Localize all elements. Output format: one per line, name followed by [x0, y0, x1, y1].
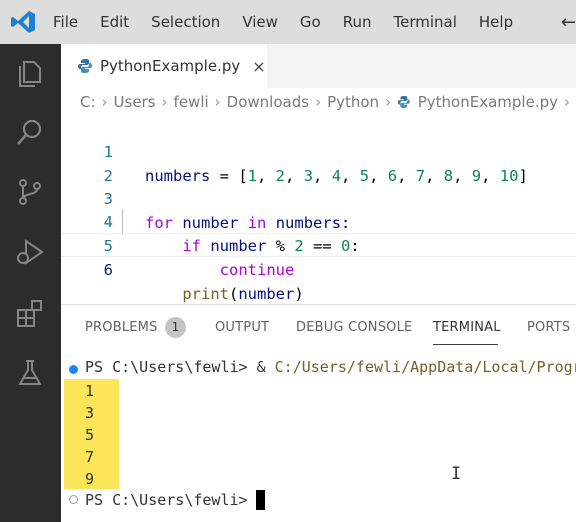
chevron-right-icon: › [385, 93, 392, 111]
chevron-right-icon: › [214, 93, 221, 111]
terminal-prompt: PS C:\Users\fewli> [85, 491, 248, 509]
tab-debug-console[interactable]: DEBUG CONSOLE [296, 320, 412, 335]
command-success-icon [69, 365, 78, 374]
terminal-output-line: 9 [85, 470, 95, 488]
close-icon[interactable]: × [252, 57, 265, 76]
run-debug-icon[interactable] [15, 237, 45, 267]
breadcrumb-python[interactable]: Python [327, 93, 379, 111]
title-bar: File Edit Selection View Go Run Terminal… [0, 0, 576, 44]
explorer-icon[interactable] [15, 58, 45, 88]
breadcrumb: C: › Users › fewli › Downloads › Python … [61, 88, 576, 116]
activity-bar [0, 44, 61, 522]
chevron-right-icon: › [315, 93, 322, 111]
code-line-current: 6 print(number) [61, 233, 576, 303]
code-line: 1 numbers = [1, 2, 3, 4, 5, 6, 7, 8, 9, … [61, 116, 576, 185]
menu-edit[interactable]: Edit [89, 0, 140, 44]
tab-terminal[interactable]: TERMINAL [433, 320, 501, 335]
chevron-right-icon: › [564, 93, 570, 111]
tab-output[interactable]: OUTPUT [215, 320, 269, 335]
terminal-command-line: PS C:\Users\fewli> & C:/Users/fewli/AppD… [85, 358, 576, 376]
breadcrumb-file[interactable]: PythonExample.py [418, 93, 558, 111]
menu-file[interactable]: File [42, 0, 89, 44]
chevron-right-icon: › [101, 93, 108, 111]
bottom-panel: PROBLEMS 1 OUTPUT DEBUG CONSOLE TERMINAL… [61, 304, 576, 522]
code-text: continue [219, 261, 295, 279]
panel-tab-bar: PROBLEMS 1 OUTPUT DEBUG CONSOLE TERMINAL… [61, 305, 576, 349]
python-file-icon [78, 59, 92, 73]
menu-help[interactable]: Help [468, 0, 524, 44]
terminal[interactable]: PS C:\Users\fewli> & C:/Users/fewli/AppD… [61, 349, 576, 522]
source-control-icon[interactable] [15, 177, 45, 207]
terminal-prompt-line: PS C:\Users\fewli> [85, 491, 248, 509]
code-line: 2 [61, 140, 576, 185]
editor-tab-bar: PythonExample.py × [61, 44, 576, 88]
chevron-right-icon: › [161, 93, 168, 111]
menu-go[interactable]: Go [289, 0, 332, 44]
terminal-output-line: 5 [85, 426, 95, 444]
extensions-icon[interactable] [15, 298, 45, 328]
terminal-command-operator: & [256, 358, 275, 376]
tab-problems[interactable]: PROBLEMS [85, 320, 158, 335]
testing-icon[interactable] [15, 358, 45, 388]
terminal-output-line: 7 [85, 448, 95, 466]
terminal-output-line: 3 [85, 404, 95, 422]
problems-count-badge: 1 [165, 317, 186, 338]
terminal-output-line: 1 [85, 382, 95, 400]
code-line: 3 for number in numbers: [61, 163, 576, 232]
terminal-prompt: PS C:\Users\fewli> [85, 358, 257, 376]
command-pending-icon [69, 495, 78, 504]
menu-terminal[interactable]: Terminal [383, 0, 468, 44]
breadcrumb-drive[interactable]: C: [80, 93, 96, 111]
menu-view[interactable]: View [231, 0, 289, 44]
menu-run[interactable]: Run [332, 0, 383, 44]
tab-python-example[interactable]: PythonExample.py × [61, 44, 267, 88]
code-line: 4 if number % 2 == 0: [61, 186, 576, 255]
python-file-icon [397, 96, 410, 108]
terminal-command-path: C:/Users/fewli/AppData/Local/Progr [274, 358, 576, 376]
search-icon[interactable] [15, 117, 45, 147]
vscode-logo-icon [11, 11, 35, 33]
tab-label: PythonExample.py [100, 57, 241, 75]
breadcrumb-downloads[interactable]: Downloads [227, 93, 309, 111]
back-arrow-icon[interactable]: ← [561, 12, 576, 33]
code-editor[interactable]: 1 numbers = [1, 2, 3, 4, 5, 6, 7, 8, 9, … [61, 116, 576, 306]
code-line: 5 continue [61, 210, 576, 279]
breadcrumb-fewli[interactable]: fewli [174, 93, 209, 111]
text-cursor-icon: I [451, 464, 462, 484]
terminal-cursor [256, 490, 265, 510]
line-number: 6 [103, 261, 113, 279]
active-tab-indicator [433, 344, 498, 345]
indent-guide [122, 209, 123, 233]
code-text: print(number) [182, 285, 304, 303]
menu-selection[interactable]: Selection [140, 0, 231, 44]
menu-bar: File Edit Selection View Go Run Terminal… [42, 0, 524, 44]
tab-ports[interactable]: PORTS [527, 320, 570, 335]
breadcrumb-users[interactable]: Users [114, 93, 156, 111]
